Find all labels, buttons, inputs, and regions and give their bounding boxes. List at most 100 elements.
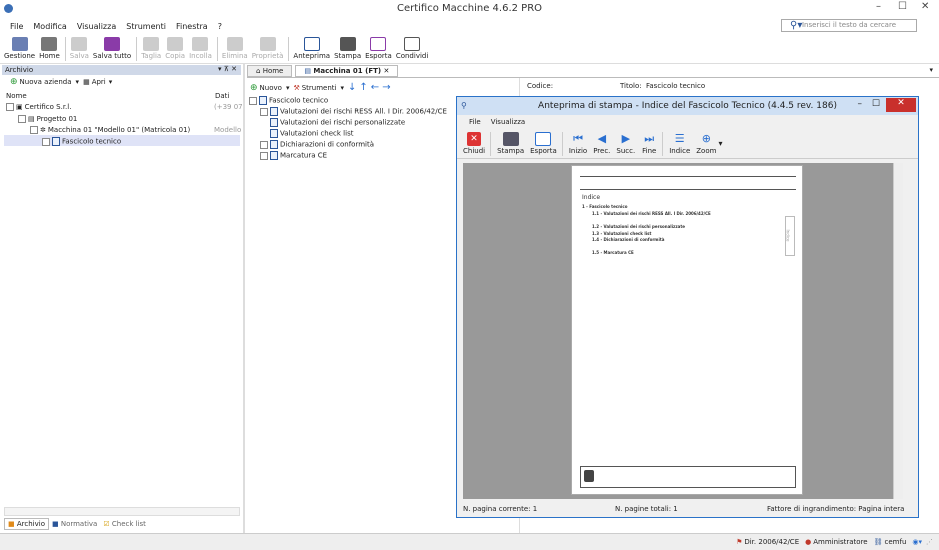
export-button[interactable]: Esporta: [365, 37, 392, 60]
page-line: 1.4 - Dichiarazioni di conformità: [592, 237, 665, 242]
paste-icon: [192, 37, 209, 51]
preview-toolbar: ✕ Chiudi Stampa Esporta ⏮ Inizio ◀ Prec. ▶ S…: [457, 129, 918, 159]
tree-root[interactable]: Fascicolo tecnico: [249, 96, 328, 105]
dropdown-arrow-icon[interactable]: ▾: [76, 78, 80, 86]
print-icon: [339, 37, 356, 51]
paste-button[interactable]: Incolla: [189, 37, 212, 60]
tab-check-list[interactable]: ☑ Check list: [100, 519, 149, 529]
zoom-button[interactable]: ⊕ Zoom: [696, 132, 716, 155]
cut-button[interactable]: Taglia: [141, 37, 161, 60]
new-button[interactable]: Nuovo: [260, 84, 282, 92]
move-right-icon[interactable]: →: [382, 82, 390, 93]
save-button[interactable]: Salva: [70, 37, 89, 60]
tab-normativa[interactable]: ■ Normativa: [49, 519, 100, 529]
chiudi-button[interactable]: ✕ Chiudi: [463, 132, 485, 155]
move-left-icon[interactable]: ←: [371, 82, 379, 93]
properties-button[interactable]: Proprietà: [252, 37, 283, 60]
gestione-button[interactable]: Gestione: [4, 37, 35, 60]
page-side-tab: Indice: [785, 216, 795, 256]
dropdown-arrow-icon[interactable]: ▾: [109, 78, 113, 86]
delete-button[interactable]: Elimina: [222, 37, 248, 60]
save-all-button[interactable]: Salva tutto: [93, 37, 131, 60]
close-button[interactable]: ✕: [921, 1, 929, 12]
tree-item[interactable]: ✲ Macchina 01 "Modello 01" (Matricola 01): [30, 126, 190, 134]
tree-item[interactable]: Valutazioni dei rischi RESS All. I Dir. …: [260, 107, 447, 116]
zoom-dropdown-icon[interactable]: ▾: [718, 139, 722, 148]
move-up-icon[interactable]: ↑: [359, 82, 367, 93]
tree-item[interactable]: ▣ Certifico S.r.l.: [6, 103, 71, 111]
column-header-name[interactable]: Nome: [6, 92, 27, 100]
dropdown-arrow-icon[interactable]: ▾: [341, 84, 345, 92]
page-line: 1.1 - Valutazioni dei rischi RESS All. I…: [592, 211, 711, 216]
tree-item[interactable]: Valutazioni check list: [270, 129, 353, 138]
collapse-icon[interactable]: [249, 96, 257, 105]
menu-help[interactable]: ?: [218, 22, 222, 31]
collapse-icon[interactable]: [30, 126, 38, 134]
new-company-button[interactable]: Nuova azienda: [20, 78, 72, 86]
tools-button[interactable]: Strumenti: [302, 84, 337, 92]
title-value: Fascicolo tecnico: [646, 82, 706, 90]
tree-item[interactable]: Marcatura CE: [260, 151, 327, 160]
print-button[interactable]: Stampa: [334, 37, 361, 60]
menu-modifica[interactable]: Modifica: [33, 22, 66, 31]
preview-close-button[interactable]: ✕: [886, 98, 916, 112]
expand-icon[interactable]: [260, 140, 268, 149]
menu-finestra[interactable]: Finestra: [176, 22, 208, 31]
panel-pin-icon[interactable]: ▾ ⊼ ✕: [218, 65, 237, 73]
grip-icon[interactable]: ⋰: [926, 538, 933, 546]
project-icon: ▤: [28, 115, 35, 123]
preview-canvas: Indice 1 - Fascicolo tecnico 1.1 - Valut…: [463, 163, 903, 499]
tab-home[interactable]: ⌂ Home: [247, 65, 293, 77]
tab-macchina[interactable]: ▤ Macchina 01 (FT) ✕: [295, 65, 399, 77]
preview-menu-file[interactable]: File: [469, 118, 481, 126]
preview-minimize-button[interactable]: –: [858, 99, 863, 109]
close-tab-icon[interactable]: ✕: [384, 67, 390, 75]
first-page-icon: ⏮: [573, 132, 583, 145]
collapse-icon[interactable]: [18, 115, 26, 123]
search-input[interactable]: Inserisci il testo da cercare: [781, 19, 917, 32]
tree-item[interactable]: Dichiarazioni di conformità: [260, 140, 374, 149]
link-status[interactable]: cemfu: [885, 538, 907, 546]
last-page-button[interactable]: ⏭ Fine: [641, 132, 657, 155]
expand-icon[interactable]: [42, 137, 50, 146]
minimize-button[interactable]: –: [876, 1, 881, 12]
menu-file[interactable]: File: [10, 22, 23, 31]
horizontal-scrollbar[interactable]: [4, 507, 240, 516]
user-icon: ●: [805, 538, 812, 546]
home-icon: [41, 37, 58, 51]
collapse-icon[interactable]: [6, 103, 14, 111]
open-button[interactable]: Apri: [92, 78, 106, 86]
preview-maximize-button[interactable]: ☐: [872, 99, 880, 109]
tree-item-selected[interactable]: Fascicolo tecnico: [42, 137, 121, 146]
next-page-button[interactable]: ▶ Succ.: [616, 132, 635, 155]
home-button[interactable]: Home: [39, 37, 60, 60]
preview-export-button[interactable]: Esporta: [530, 132, 557, 155]
calendar-icon: [11, 37, 28, 51]
tabs-dropdown-icon[interactable]: ▾: [929, 66, 933, 74]
tree-item[interactable]: ▤ Progetto 01: [18, 115, 77, 123]
preview-button[interactable]: Anteprima: [293, 37, 330, 60]
tree-item[interactable]: Valutazioni dei rischi personalizzate: [270, 118, 405, 127]
user-status[interactable]: Amministratore: [813, 538, 867, 546]
preview-print-button[interactable]: Stampa: [497, 132, 524, 155]
expand-icon[interactable]: [260, 107, 268, 116]
globe-icon[interactable]: ◉▾: [912, 538, 922, 546]
column-header-data[interactable]: Dati: [215, 92, 229, 100]
panel-divider[interactable]: [243, 64, 245, 533]
preview-menu-visualizza[interactable]: Visualizza: [491, 118, 525, 126]
first-page-button[interactable]: ⏮ Inizio: [569, 132, 587, 155]
dropdown-arrow-icon[interactable]: ▾: [286, 84, 290, 92]
export-icon: [370, 37, 387, 51]
share-button[interactable]: Condividi: [396, 37, 428, 60]
menu-strumenti[interactable]: Strumenti: [126, 22, 166, 31]
prev-page-button[interactable]: ◀ Prec.: [593, 132, 610, 155]
expand-icon[interactable]: [260, 151, 268, 160]
move-down-icon[interactable]: ↓: [348, 82, 356, 93]
tab-archivio[interactable]: ■ Archivio: [4, 518, 49, 530]
menu-visualizza[interactable]: Visualizza: [77, 22, 116, 31]
copy-button[interactable]: Copia: [165, 37, 185, 60]
maximize-button[interactable]: ☐: [898, 1, 907, 12]
index-button[interactable]: ☰ Indice: [669, 132, 690, 155]
vertical-scrollbar[interactable]: [893, 163, 903, 499]
directive-status[interactable]: Dir. 2006/42/CE: [744, 538, 799, 546]
